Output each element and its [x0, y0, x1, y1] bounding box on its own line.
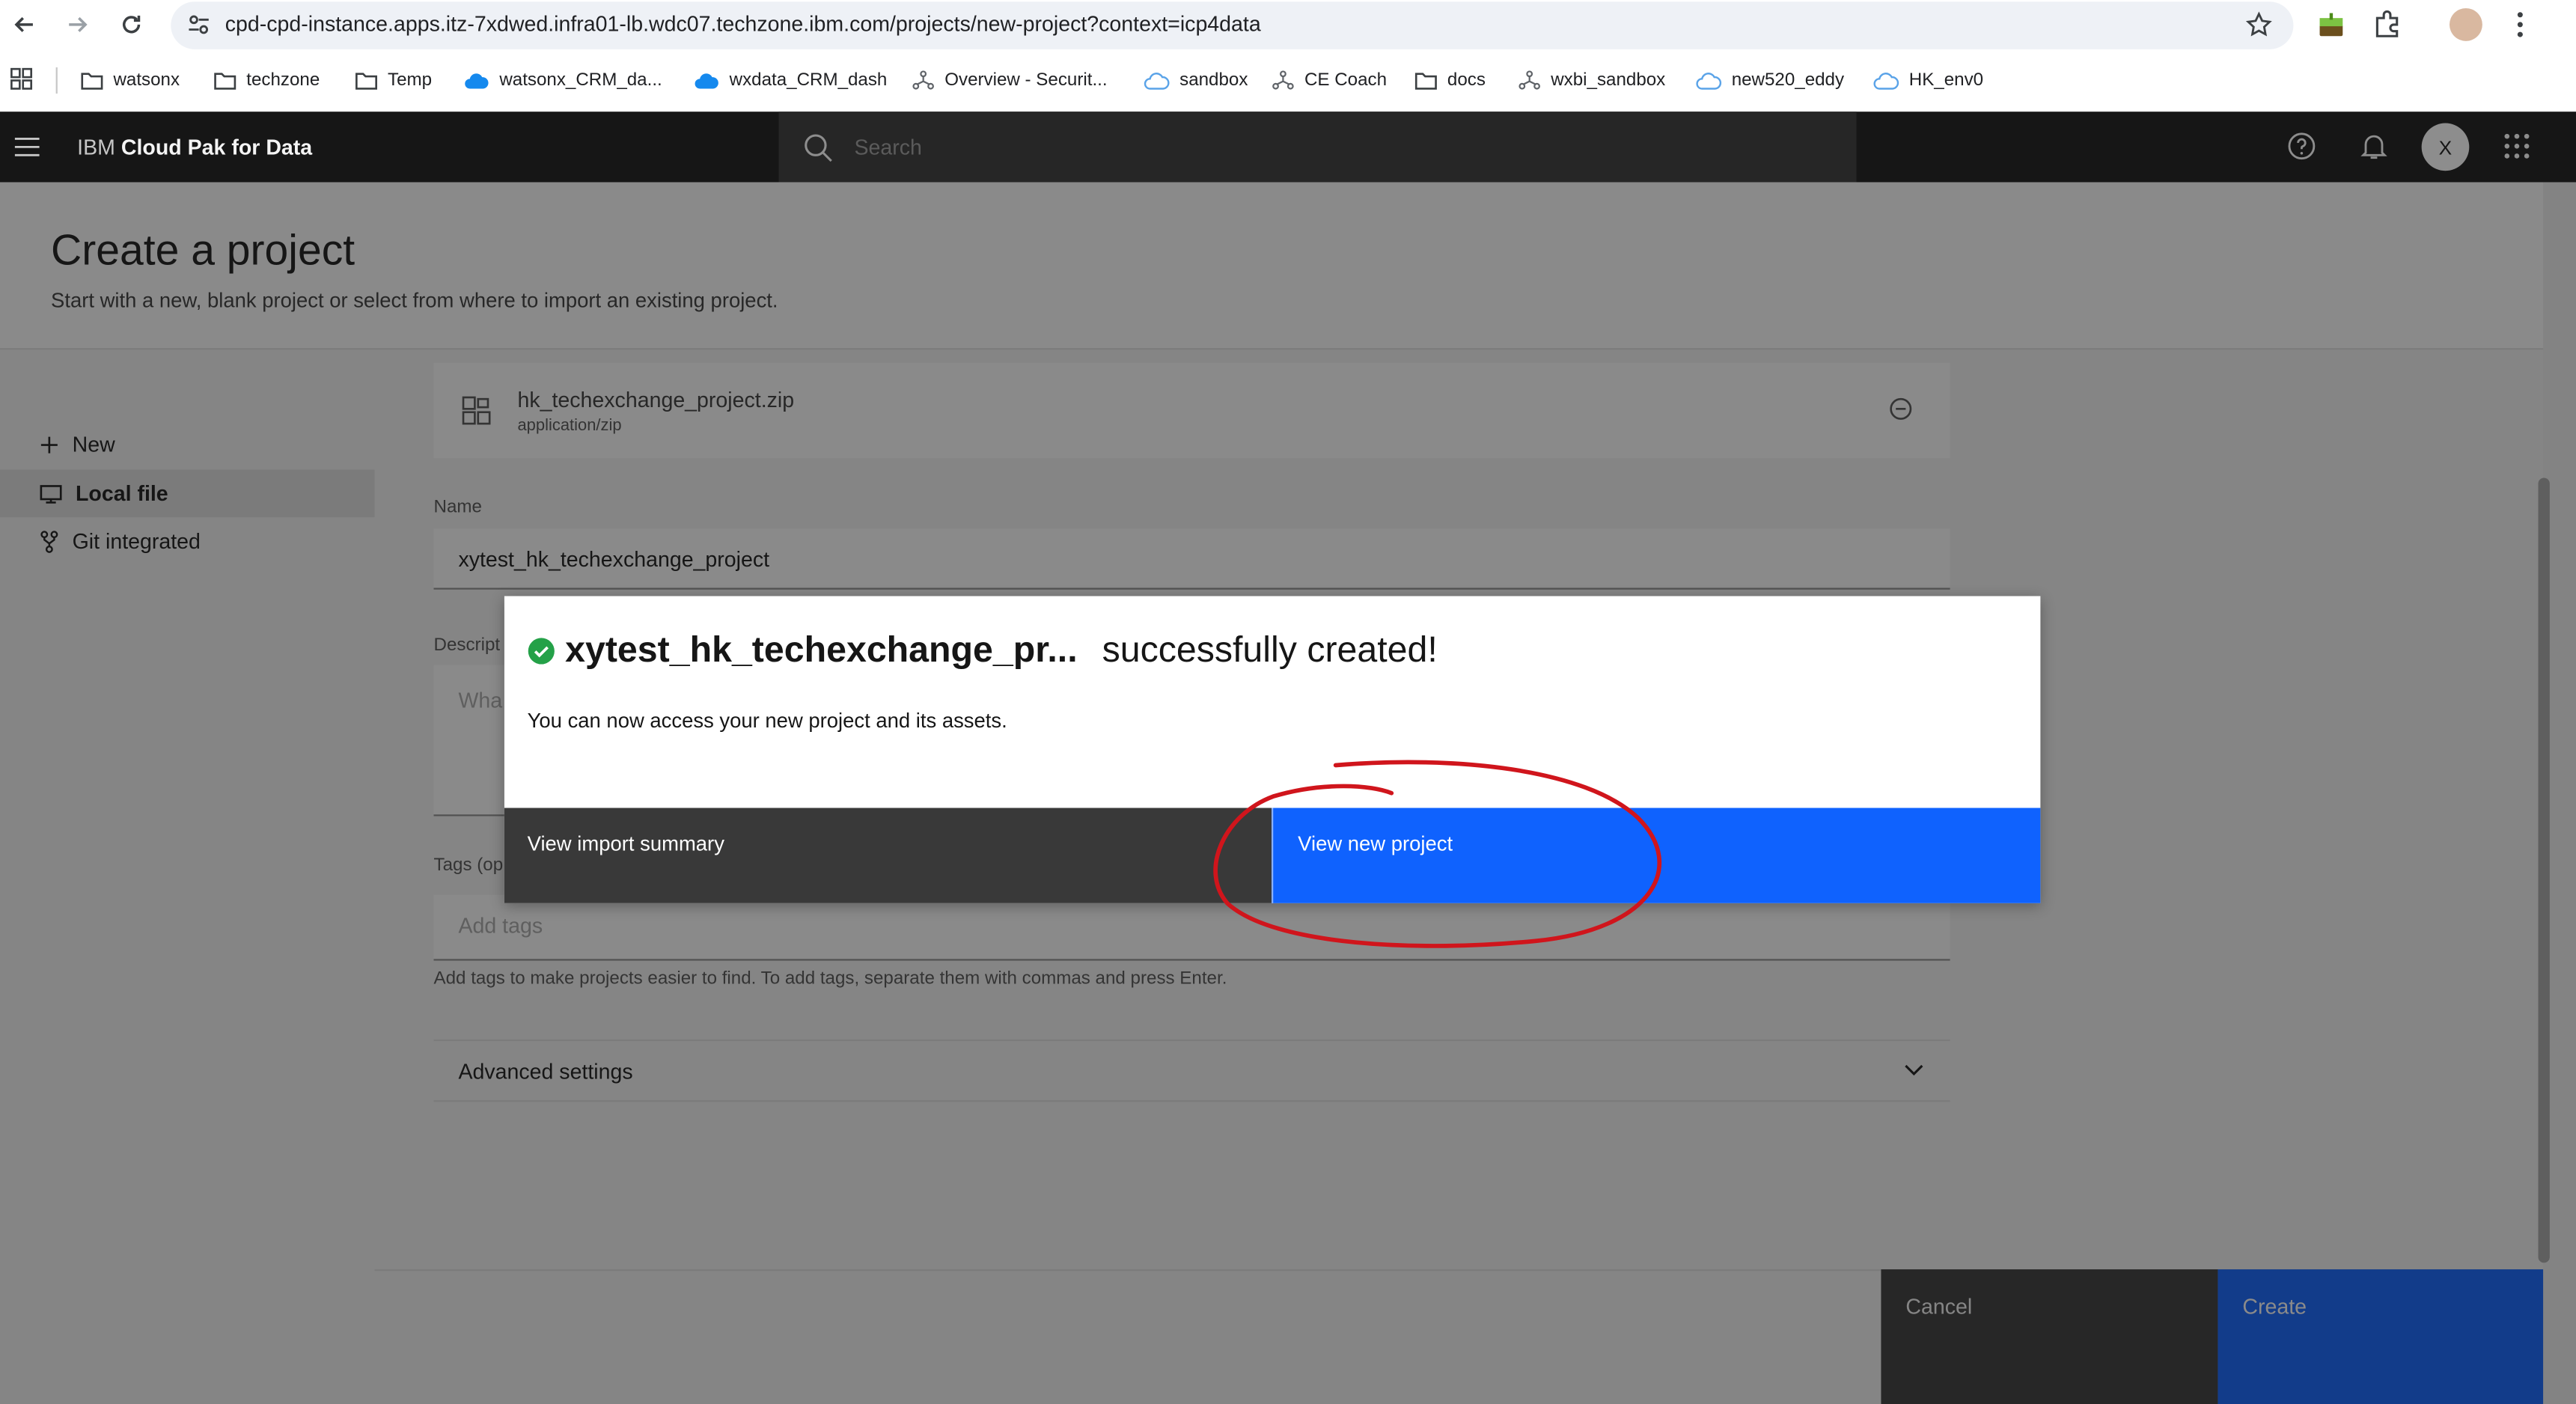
app-switcher-icon[interactable]	[2503, 133, 2530, 159]
bookmark-item[interactable]: watsonx	[81, 66, 180, 95]
bookmark-item[interactable]: HK_env0	[1873, 66, 1983, 95]
cloud-outline-icon	[1695, 71, 1722, 89]
back-icon[interactable]	[8, 8, 41, 41]
bookmark-item[interactable]: docs	[1414, 66, 1486, 95]
modal-title-suffix: successfully created!	[1102, 629, 1438, 671]
bookmark-item[interactable]: wxbi_sandbox	[1518, 66, 1665, 95]
user-avatar[interactable]: X	[2421, 123, 2470, 171]
app-header: IBM Cloud Pak for Data Search X	[0, 112, 2576, 183]
bookmark-item[interactable]: techzone	[213, 66, 320, 95]
cloud-icon	[463, 71, 489, 89]
cloud-icon	[693, 71, 719, 89]
search-icon	[803, 133, 833, 162]
extension-plant-icon[interactable]	[2316, 10, 2346, 39]
bookmark-item[interactable]: Overview - Securit...	[912, 66, 1108, 95]
global-search[interactable]: Search	[778, 112, 1857, 183]
reload-icon[interactable]	[115, 8, 148, 41]
bookmark-item[interactable]: watsonx_CRM_da...	[463, 66, 662, 95]
network-icon	[1272, 70, 1295, 90]
notification-bell-icon[interactable]	[2359, 132, 2389, 161]
cloud-outline-icon	[1144, 71, 1170, 89]
profile-avatar[interactable]	[2449, 7, 2482, 41]
bookmark-item[interactable]: wxdata_CRM_dash	[693, 66, 887, 95]
browser-chrome: cpd-cpd-instance.apps.itz-7xdwed.infra01…	[0, 0, 2576, 112]
bookmark-star-icon[interactable]	[2245, 11, 2272, 37]
network-icon	[1518, 70, 1541, 90]
bookmark-item[interactable]: CE Coach	[1272, 66, 1387, 95]
address-bar[interactable]: cpd-cpd-instance.apps.itz-7xdwed.infra01…	[171, 1, 2294, 49]
modal-body-text: You can now access your new project and …	[527, 709, 1007, 733]
hamburger-menu-icon[interactable]	[14, 136, 40, 158]
bookmark-item[interactable]: new520_eddy	[1695, 66, 1844, 95]
modal-project-name: xytest_hk_techexchange_pr...	[565, 629, 1078, 671]
bookmark-item[interactable]: Temp	[355, 66, 432, 95]
folder-icon	[81, 70, 104, 90]
help-icon[interactable]	[2287, 132, 2317, 161]
folder-icon	[355, 70, 378, 90]
folder-icon	[1414, 70, 1438, 90]
browser-menu-icon[interactable]	[2510, 10, 2530, 39]
forward-icon[interactable]	[61, 8, 94, 41]
view-import-summary-button[interactable]: View import summary	[504, 808, 1272, 903]
success-modal: xytest_hk_techexchange_pr... successfull…	[504, 596, 2041, 903]
network-icon	[912, 70, 935, 90]
bookmark-item[interactable]: sandbox	[1144, 66, 1248, 95]
folder-icon	[213, 70, 236, 90]
cloud-outline-icon	[1873, 71, 1899, 89]
search-input[interactable]: Search	[854, 135, 921, 159]
bookmark-separator	[55, 67, 58, 94]
site-settings-icon[interactable]	[187, 13, 210, 37]
product-name[interactable]: IBM Cloud Pak for Data	[77, 135, 312, 159]
view-new-project-button[interactable]: View new project	[1272, 808, 2041, 903]
modal-title: xytest_hk_techexchange_pr... successfull…	[528, 629, 1438, 671]
success-checkmark-icon	[528, 636, 555, 664]
apps-grid-icon[interactable]	[10, 67, 33, 91]
extensions-puzzle-icon[interactable]	[2372, 10, 2402, 39]
url-text[interactable]: cpd-cpd-instance.apps.itz-7xdwed.infra01…	[225, 11, 1261, 36]
